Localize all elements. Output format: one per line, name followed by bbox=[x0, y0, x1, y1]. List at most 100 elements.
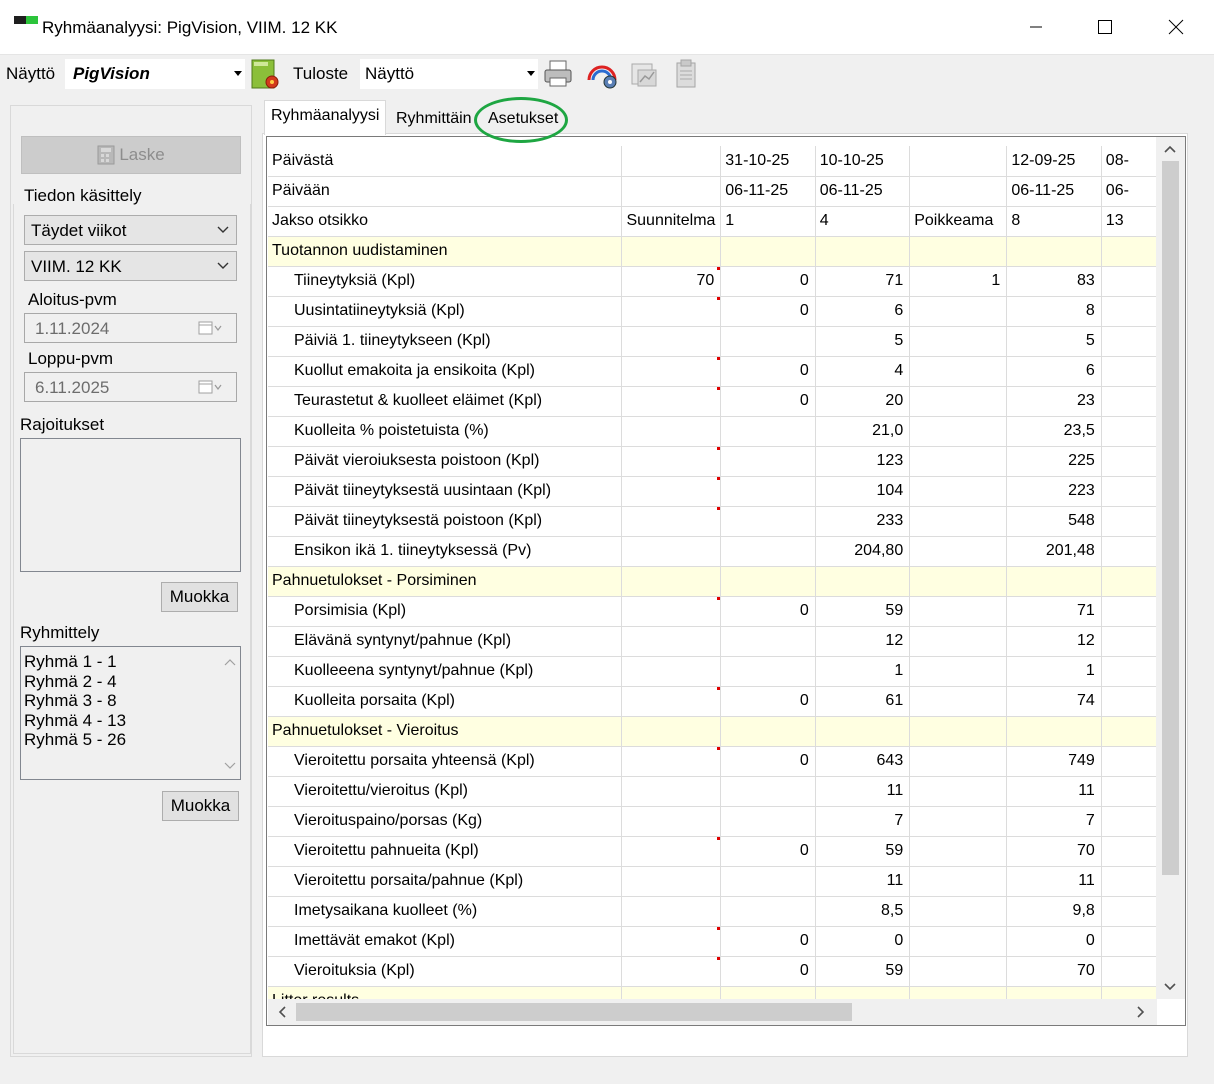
data-cell[interactable]: 6 bbox=[815, 296, 911, 327]
grouping-scrollbar[interactable] bbox=[220, 647, 240, 779]
data-cell[interactable]: 0 bbox=[720, 596, 816, 627]
data-cell[interactable]: 0 bbox=[720, 956, 816, 987]
data-cell[interactable]: 70 bbox=[1006, 836, 1102, 867]
data-cell[interactable] bbox=[1101, 326, 1157, 357]
data-cell[interactable]: 0 bbox=[720, 386, 816, 417]
header-cell[interactable]: 06-11-25 bbox=[720, 176, 816, 207]
data-cell[interactable] bbox=[1101, 656, 1157, 687]
row-label[interactable]: Elävänä syntynyt/pahnue (Kpl) bbox=[268, 626, 623, 657]
grid-data-row[interactable]: Imetysaikana kuolleet (%) 8,5 9,8 bbox=[268, 896, 1157, 927]
data-cell[interactable]: 104 bbox=[815, 476, 911, 507]
data-cell[interactable] bbox=[621, 956, 722, 987]
header-cell[interactable] bbox=[909, 176, 1008, 207]
data-cell[interactable]: 8,5 bbox=[815, 896, 911, 927]
grid-data-row[interactable]: Vieroitettu/vieroitus (Kpl) 11 11 bbox=[268, 776, 1157, 807]
data-cell[interactable]: 11 bbox=[1006, 776, 1102, 807]
section-title[interactable]: Pahnuetulokset - Porsiminen bbox=[268, 566, 623, 597]
chevron-up-icon[interactable] bbox=[1156, 139, 1185, 159]
row-label[interactable]: Vieroitettu porsaita yhteensä (Kpl) bbox=[268, 746, 623, 777]
edit-restrictions-button[interactable]: Muokka bbox=[161, 582, 238, 612]
data-cell[interactable]: 71 bbox=[1006, 596, 1102, 627]
print-select[interactable]: Näyttö bbox=[360, 59, 538, 89]
grouping-list[interactable]: Ryhmä 1 - 1 Ryhmä 2 - 4 Ryhmä 3 - 8 Ryhmä 4… bbox=[20, 646, 241, 780]
data-cell[interactable]: 0 bbox=[1006, 926, 1102, 957]
data-cell[interactable]: 23,5 bbox=[1006, 416, 1102, 447]
data-cell[interactable]: 70 bbox=[1006, 956, 1102, 987]
header-cell[interactable]: 4 bbox=[815, 206, 911, 237]
header-cell[interactable]: 1 bbox=[720, 206, 816, 237]
data-cell[interactable] bbox=[909, 476, 1008, 507]
data-cell[interactable] bbox=[909, 506, 1008, 537]
row-label[interactable]: Vieroituspaino/porsas (Kg) bbox=[268, 806, 623, 837]
grid-data-row[interactable]: Teurastetut & kuolleet eläimet (Kpl) 0 20 2… bbox=[268, 386, 1157, 417]
clipboard-icon[interactable] bbox=[670, 58, 702, 90]
grid-data-row[interactable]: Vieroituksia (Kpl) 0 59 70 bbox=[268, 956, 1157, 987]
data-cell[interactable]: 11 bbox=[815, 776, 911, 807]
data-cell[interactable] bbox=[720, 806, 816, 837]
calculate-report-icon[interactable] bbox=[249, 58, 281, 90]
data-cell[interactable] bbox=[720, 476, 816, 507]
header-cell[interactable]: 13 bbox=[1101, 206, 1157, 237]
header-cell[interactable]: 31-10-25 bbox=[720, 146, 816, 177]
data-cell[interactable]: 1 bbox=[1006, 656, 1102, 687]
data-cell[interactable]: 1 bbox=[909, 266, 1008, 297]
data-cell[interactable]: 59 bbox=[815, 956, 911, 987]
data-cell[interactable]: 23 bbox=[1006, 386, 1102, 417]
data-cell[interactable] bbox=[1101, 596, 1157, 627]
data-cell[interactable]: 4 bbox=[815, 356, 911, 387]
data-cell[interactable]: 643 bbox=[815, 746, 911, 777]
row-label[interactable]: Päivät tiineytyksestä uusintaan (Kpl) bbox=[268, 476, 623, 507]
grid-data-row[interactable]: Porsimisia (Kpl) 0 59 71 bbox=[268, 596, 1157, 627]
section-title[interactable]: Litter results bbox=[268, 986, 623, 1000]
data-cell[interactable]: 59 bbox=[815, 836, 911, 867]
data-cell[interactable] bbox=[621, 596, 722, 627]
data-cell[interactable]: 749 bbox=[1006, 746, 1102, 777]
header-cell[interactable]: Suunnitelma bbox=[621, 206, 722, 237]
data-cell[interactable] bbox=[909, 746, 1008, 777]
data-cell[interactable] bbox=[1101, 926, 1157, 957]
calculate-button[interactable]: Laske bbox=[21, 136, 241, 174]
grouping-list-item[interactable]: Ryhmä 5 - 26 bbox=[24, 730, 126, 750]
row-label[interactable]: Imettävät emakot (Kpl) bbox=[268, 926, 623, 957]
data-cell[interactable] bbox=[909, 596, 1008, 627]
row-label[interactable]: Ensikon ikä 1. tiineytyksessä (Pv) bbox=[268, 536, 623, 567]
header-cell[interactable]: 06-11-25 bbox=[815, 176, 911, 207]
data-cell[interactable]: 5 bbox=[815, 326, 911, 357]
data-cell[interactable] bbox=[909, 416, 1008, 447]
data-cell[interactable] bbox=[909, 686, 1008, 717]
data-cell[interactable] bbox=[621, 746, 722, 777]
data-cell[interactable]: 20 bbox=[815, 386, 911, 417]
data-cell[interactable]: 7 bbox=[1006, 806, 1102, 837]
data-cell[interactable] bbox=[909, 536, 1008, 567]
grid-data-row[interactable]: Vieroitettu porsaita yhteensä (Kpl) 0 643 7… bbox=[268, 746, 1157, 777]
data-cell[interactable] bbox=[909, 356, 1008, 387]
grid-data-row[interactable]: Imettävät emakot (Kpl) 0 0 0 bbox=[268, 926, 1157, 957]
row-label[interactable]: Tiineytyksiä (Kpl) bbox=[268, 266, 623, 297]
data-cell[interactable] bbox=[909, 626, 1008, 657]
grid-data-row[interactable]: Vieroituspaino/porsas (Kg) 7 7 bbox=[268, 806, 1157, 837]
header-row-label[interactable]: Päivästä bbox=[268, 146, 623, 177]
data-cell[interactable] bbox=[1101, 386, 1157, 417]
tab-group-analysis[interactable]: Ryhmäanalyysi bbox=[264, 100, 386, 135]
data-cell[interactable] bbox=[720, 536, 816, 567]
grid-data-row[interactable]: Kuolleeena syntynyt/pahnue (Kpl) 1 1 bbox=[268, 656, 1157, 687]
data-cell[interactable] bbox=[621, 626, 722, 657]
end-date-field[interactable]: 6.11.2025 bbox=[24, 372, 237, 402]
maximize-button[interactable] bbox=[1085, 10, 1125, 44]
data-cell[interactable] bbox=[1101, 476, 1157, 507]
section-title[interactable]: Pahnuetulokset - Vieroitus bbox=[268, 716, 623, 747]
data-cell[interactable]: 0 bbox=[720, 296, 816, 327]
grid-data-row[interactable]: Päiviä 1. tiineytykseen (Kpl) 5 5 bbox=[268, 326, 1157, 357]
row-label[interactable]: Kuolleita % poistetuista (%) bbox=[268, 416, 623, 447]
data-cell[interactable]: 233 bbox=[815, 506, 911, 537]
data-cell[interactable]: 225 bbox=[1006, 446, 1102, 477]
data-cell[interactable] bbox=[621, 356, 722, 387]
period-range-select[interactable]: VIIM. 12 KK bbox=[24, 251, 237, 281]
row-label[interactable]: Vieroitettu porsaita/pahnue (Kpl) bbox=[268, 866, 623, 897]
row-label[interactable]: Vieroituksia (Kpl) bbox=[268, 956, 623, 987]
header-cell[interactable] bbox=[621, 146, 722, 177]
data-cell[interactable] bbox=[909, 806, 1008, 837]
data-cell[interactable]: 83 bbox=[1006, 266, 1102, 297]
start-date-field[interactable]: 1.11.2024 bbox=[24, 313, 237, 343]
analysis-grid[interactable]: Päivästä 31-10-25 10-10-25 12-09-25 08- Päivä… bbox=[266, 136, 1186, 1026]
